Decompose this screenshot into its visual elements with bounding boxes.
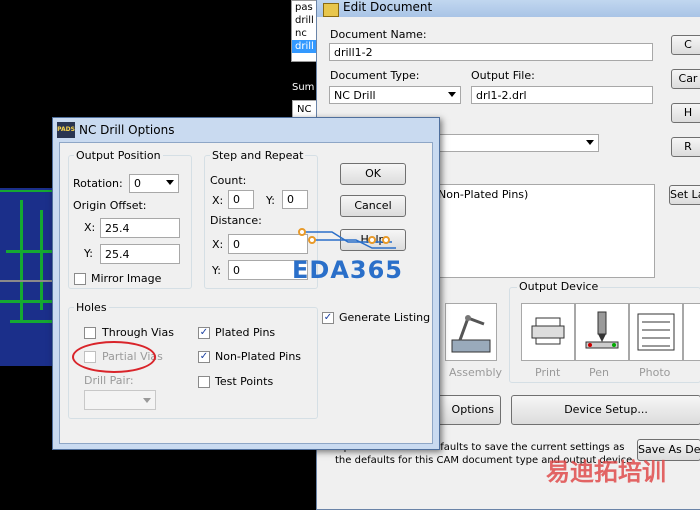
summary-box: Non-Plated Pins) — [435, 184, 655, 278]
edit-title: Edit Document — [343, 0, 433, 14]
output-file-input[interactable]: drl1-2.drl — [471, 86, 653, 104]
non-plated-pins-checkbox[interactable]: ✓ — [198, 351, 210, 363]
chevron-down-icon — [448, 92, 456, 97]
nc-title: NC Drill Options — [79, 123, 175, 137]
origin-x-input[interactable]: 25.4 — [100, 218, 180, 238]
origin-y-label: Y: — [84, 247, 93, 260]
output-position-label: Output Position — [74, 149, 163, 162]
generate-listing-checkbox[interactable]: ✓ — [322, 312, 334, 324]
plated-pins-label: Plated Pins — [215, 326, 276, 339]
doc-type-select[interactable]: NC Drill — [329, 86, 461, 104]
pen-label: Pen — [589, 366, 609, 379]
app-icon — [323, 3, 339, 17]
origin-x-label: X: — [84, 221, 96, 234]
doc-name-input[interactable]: drill1-2 — [329, 43, 653, 61]
test-points-label: Test Points — [215, 375, 274, 388]
device-setup-button[interactable]: Device Setup... — [511, 395, 700, 425]
trace — [10, 320, 58, 323]
mirror-image-label: Mirror Image — [91, 272, 162, 285]
count-label: Count: — [210, 174, 247, 187]
mirror-image-checkbox[interactable] — [74, 273, 86, 285]
options-label: Options — [451, 403, 494, 416]
close-button[interactable]: C — [671, 35, 700, 55]
photo-device-button[interactable] — [629, 303, 683, 361]
highlight-circle — [72, 341, 156, 373]
count-x-label: X: — [212, 194, 224, 207]
doc-type-label: Document Type: — [330, 69, 420, 82]
through-vias-label: Through Vias — [102, 326, 174, 339]
eda365-circuit-icon — [298, 228, 396, 249]
doc-type-value: NC Drill — [334, 89, 376, 102]
trace — [20, 200, 23, 320]
distance-label: Distance: — [210, 214, 262, 227]
through-vias-checkbox[interactable] — [84, 327, 96, 339]
drill-pair-label: Drill Pair: — [84, 374, 134, 387]
cancel-side-button[interactable]: Car — [671, 69, 700, 89]
count-y-input[interactable]: 0 — [282, 190, 308, 209]
trace — [0, 190, 60, 192]
robot-arm-icon — [451, 315, 491, 353]
dist-y-label: Y: — [212, 264, 221, 277]
chevron-down-icon — [586, 140, 594, 145]
rotation-value: 0 — [134, 177, 141, 190]
output-file-label: Output File: — [471, 69, 535, 82]
step-repeat-label: Step and Repeat — [210, 149, 306, 162]
pen-plotter-icon — [585, 311, 619, 349]
count-x-input[interactable]: 0 — [228, 190, 254, 209]
cancel-button[interactable]: Cancel — [340, 195, 406, 217]
dist-x-label: X: — [212, 238, 224, 251]
non-plated-pins-label: Non-Plated Pins — [215, 350, 302, 363]
fabrication-select[interactable] — [437, 134, 599, 152]
plated-pins-checkbox[interactable]: ✓ — [198, 327, 210, 339]
test-points-checkbox[interactable] — [198, 376, 210, 388]
chevron-down-icon — [166, 180, 174, 185]
trace — [6, 250, 56, 253]
set-layers-button[interactable]: Set La — [669, 185, 700, 205]
edit-title-bar: Edit Document — [317, 0, 700, 17]
assembly-label: Assembly — [449, 366, 503, 379]
photoplotter-icon — [637, 313, 675, 351]
photo-label: Photo — [639, 366, 671, 379]
summary-text: Non-Plated Pins) — [438, 188, 529, 201]
training-watermark: 易迪拓培训 — [546, 458, 666, 486]
nc-field[interactable]: NC — [292, 100, 318, 118]
pen-device-button[interactable] — [575, 303, 629, 361]
ok-button[interactable]: OK — [340, 163, 406, 185]
run-side-button[interactable]: R — [671, 137, 700, 157]
rotation-label: Rotation: — [73, 177, 123, 190]
help-side-button[interactable]: H — [671, 103, 700, 123]
drill-pair-select[interactable] — [84, 390, 156, 410]
origin-offset-label: Origin Offset: — [73, 199, 147, 212]
print-label: Print — [535, 366, 561, 379]
assembly-button[interactable] — [445, 303, 497, 361]
print-device-button[interactable] — [521, 303, 575, 361]
generate-listing-label: Generate Listing — [339, 311, 431, 324]
count-y-label: Y: — [266, 194, 275, 207]
trace — [40, 210, 43, 310]
nc-dialog-body: Output Position Rotation: 0 Origin Offse… — [59, 142, 433, 444]
holes-label: Holes — [74, 301, 109, 314]
summary-label: Sum — [292, 82, 315, 93]
drill-device-button[interactable] — [683, 303, 700, 361]
output-device-label: Output Device — [517, 280, 601, 293]
printer-icon — [531, 317, 565, 345]
origin-y-input[interactable]: 25.4 — [100, 244, 180, 264]
chevron-down-icon — [143, 398, 151, 403]
doc-name-label: Document Name: — [330, 28, 427, 41]
eda365-watermark: EDA365 — [292, 256, 403, 284]
rotation-select[interactable]: 0 — [129, 174, 179, 193]
pads-icon: PADS — [57, 122, 75, 138]
